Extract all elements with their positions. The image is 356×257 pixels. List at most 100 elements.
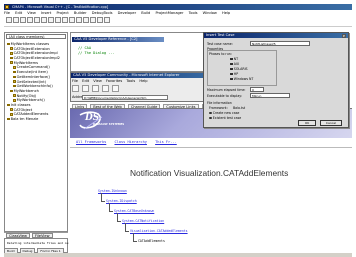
browser-menu-edit[interactable]: Edit [82, 79, 89, 83]
link-class-hierarchy[interactable]: Class Hierarchy [114, 140, 146, 144]
menu-debugtools[interactable]: DebugTools [92, 11, 113, 15]
refresh-icon[interactable] [102, 85, 109, 92]
output-text: Deleting intermediate files and ou [7, 241, 69, 245]
link-this-framework[interactable]: This Fr... [155, 140, 177, 144]
checkbox[interactable]: ✓ [230, 67, 233, 71]
check-windows-nt[interactable]: ✓Windows NT [230, 77, 253, 81]
forward-arrow-icon[interactable] [82, 85, 89, 92]
hierarchy-link[interactable]: System.IUnknown [98, 189, 127, 193]
menu-project[interactable]: Project [56, 11, 68, 15]
hierarchy-link[interactable]: Visualization.CATAddedElements [130, 229, 188, 233]
stop-icon[interactable] [92, 85, 99, 92]
cancel-button[interactable]: Cancel [320, 120, 342, 126]
browser-menu-favorites[interactable]: Favorites [106, 79, 122, 83]
menu-edit[interactable]: Edit [15, 11, 22, 15]
logo-text: DS [85, 113, 100, 123]
hierarchy-connector [125, 223, 126, 231]
method-icon [13, 94, 16, 97]
menu-help[interactable]: Help [222, 11, 230, 15]
radio-button[interactable] [209, 111, 212, 115]
menu-projectmanager[interactable]: ProjectManager [155, 11, 183, 15]
address-input[interactable]: D:\WEB\Documentation\CAA\General.htm [82, 95, 168, 100]
hierarchy-link[interactable]: System.IDispatch [106, 199, 137, 203]
close-icon[interactable]: × [342, 33, 346, 38]
code-line: // CAA [78, 46, 91, 50]
check-aix[interactable]: ✓AIX [230, 62, 239, 66]
menu-view[interactable]: View [27, 11, 36, 15]
radio-button[interactable] [209, 116, 212, 120]
find-icon[interactable] [83, 17, 89, 23]
divider [70, 147, 352, 148]
browser-menu-view[interactable]: View [93, 79, 102, 83]
hierarchy-connector [125, 231, 129, 232]
browser-menu-help[interactable]: Help [139, 79, 147, 83]
undo-icon[interactable] [55, 17, 61, 23]
link-all-frameworks[interactable]: All Frameworks [76, 140, 106, 144]
redo-icon[interactable] [62, 17, 68, 23]
code-line: // The Dialog ... [78, 51, 115, 55]
framework-value: Bala.tst [233, 106, 246, 110]
logo-subtitle: DASSAULT SYSTEMES [93, 123, 125, 126]
max-time-label: Maximum elapsed time: [207, 88, 246, 92]
save-all-icon[interactable] [27, 17, 33, 23]
class-icon [10, 47, 13, 50]
copy-icon[interactable] [41, 17, 47, 23]
browser-title-bar: CAA V5 Developer Community - Microsoft I… [71, 73, 215, 78]
open-folder-icon[interactable] [13, 17, 19, 23]
debug-icon[interactable] [104, 17, 110, 23]
page-title: Notification Visualization.CATAddElement… [130, 168, 289, 178]
tree-item[interactable]: Bala tm Menzie [7, 117, 67, 122]
new-file-icon[interactable] [6, 17, 12, 23]
checkbox[interactable]: ✓ [230, 57, 233, 61]
nav-links: All Frameworks Class Hierarchy This Fr..… [76, 140, 183, 144]
menu-insert[interactable]: Insert [41, 11, 51, 15]
browser-menu-tools[interactable]: Tools [126, 79, 135, 83]
hierarchy-connector [133, 241, 137, 242]
hierarchy-connector [117, 221, 121, 222]
menu-window[interactable]: Window [203, 11, 217, 15]
check-hp[interactable]: ✓HP [230, 72, 238, 76]
class-icon [10, 113, 13, 116]
menu-builder[interactable]: Builder [74, 11, 87, 15]
save-icon[interactable] [20, 17, 26, 23]
check-solaris[interactable]: ✓SOLARIS [230, 67, 248, 71]
hierarchy-link[interactable]: System.CATNotification [122, 219, 164, 223]
main-menubar: File Edit View Insert Project Builder De… [4, 11, 344, 16]
ok-button[interactable]: OK [298, 120, 316, 126]
output-icon[interactable] [76, 17, 82, 23]
build-icon[interactable] [90, 17, 96, 23]
hierarchy-connector [101, 201, 105, 202]
checkbox[interactable]: ✓ [230, 62, 233, 66]
class-icon [10, 108, 13, 111]
class-tree: MyWorkItems classes CATObjectExtension C… [7, 42, 67, 122]
menu-tools[interactable]: Tools [189, 11, 198, 15]
check-nt[interactable]: ✓NT [230, 57, 238, 61]
hierarchy-connector [117, 213, 118, 221]
hierarchy-link[interactable]: System.CATBaseUnknown [114, 209, 154, 213]
menu-developer[interactable]: Developer [118, 11, 136, 15]
run-icon[interactable] [97, 17, 103, 23]
back-arrow-icon[interactable] [72, 85, 79, 92]
radio-existent[interactable]: Existent test case [209, 116, 241, 120]
radio-create-new[interactable]: Create new case [209, 111, 239, 115]
checkbox[interactable]: ✓ [230, 77, 233, 81]
cut-icon[interactable] [34, 17, 40, 23]
max-time-input[interactable]: 0 [250, 87, 264, 92]
home-icon[interactable] [112, 85, 119, 92]
menu-file[interactable]: File [4, 11, 10, 15]
checkbox[interactable]: ✓ [230, 72, 233, 76]
window-title-bar: CMAP4 - Microsoft Visual C++ - [C - Test… [4, 4, 352, 10]
status-bar [4, 253, 352, 257]
workspace-icon[interactable] [69, 17, 75, 23]
hierarchy-connector [109, 211, 113, 212]
paste-icon[interactable] [48, 17, 54, 23]
code-editor-title: CAA V5 Developer Reference - [C2] [72, 37, 164, 42]
browser-menubar: File Edit View Favorites Tools Help [72, 79, 151, 83]
executable-input[interactable]: Mkrun [250, 93, 290, 98]
test-case-name-input[interactable]: NotifListCaseV5 [250, 41, 310, 46]
menu-build[interactable]: Build [141, 11, 150, 15]
class-members-combo[interactable]: (All class members) [6, 34, 66, 39]
browser-menu-file[interactable]: File [72, 79, 78, 83]
main-toolbar [4, 17, 352, 25]
hierarchy-connector [133, 233, 134, 241]
